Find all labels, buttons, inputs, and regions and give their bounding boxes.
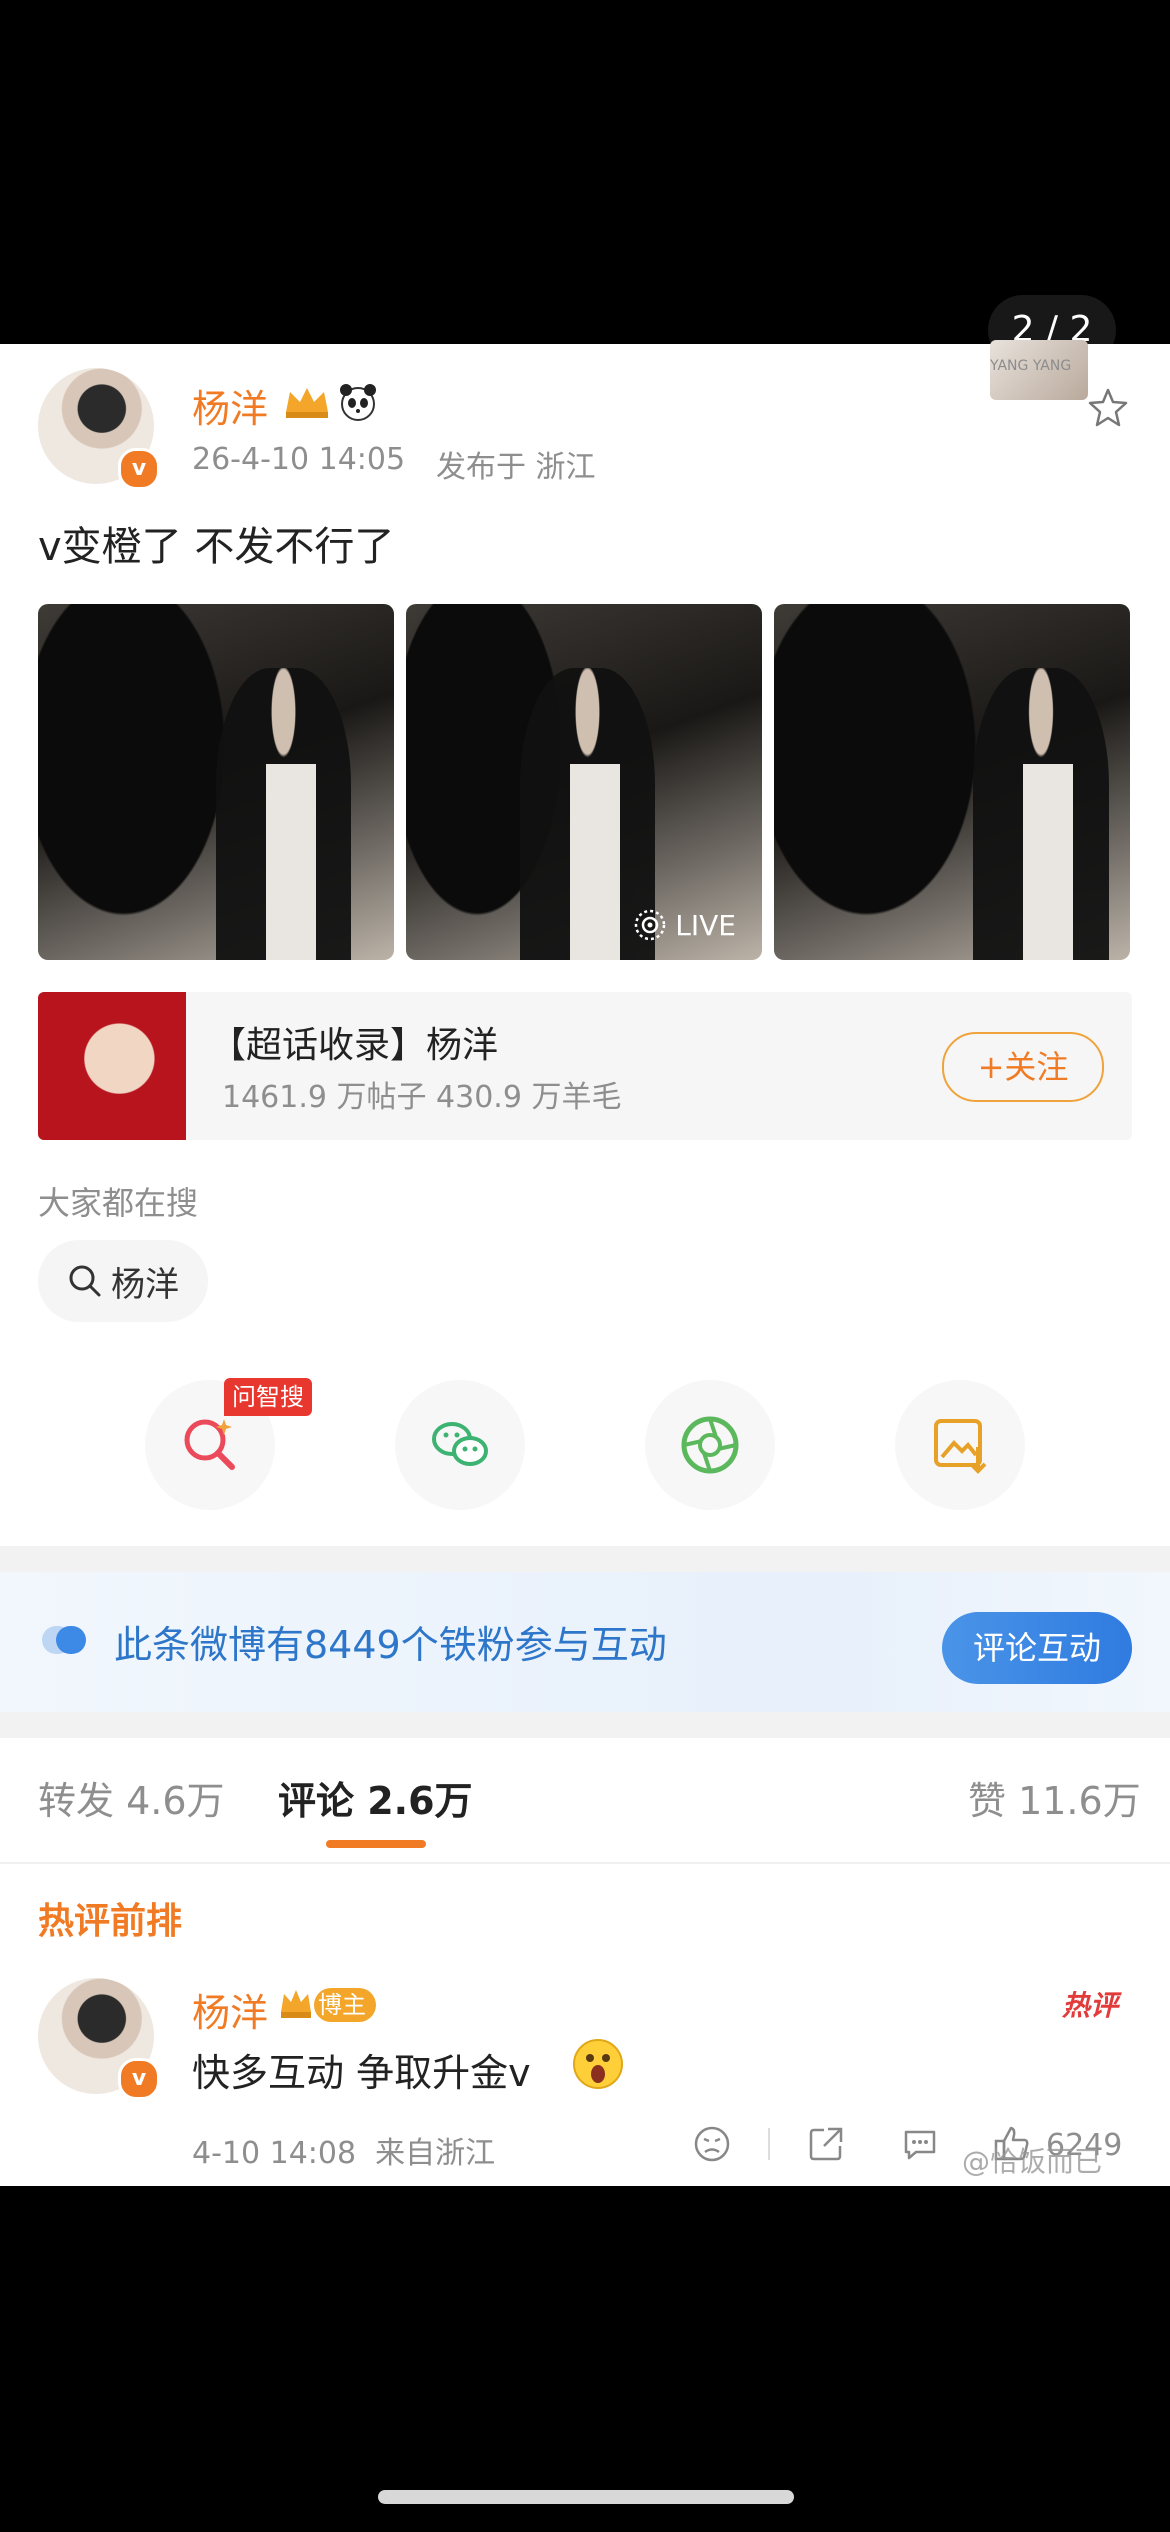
fans-icon xyxy=(40,1622,90,1662)
watermark: @恰饭而已 xyxy=(962,2145,1103,2178)
share-icon[interactable] xyxy=(806,2124,846,2168)
topic-title: 【超话收录】杨洋 xyxy=(210,1025,499,1066)
section-divider-2 xyxy=(0,1712,1170,1738)
post-photo-2[interactable]: LIVE xyxy=(406,604,762,960)
comment-text: 快多互动 争取升金v xyxy=(192,2051,531,2095)
search-heading: 大家都在搜 xyxy=(38,1184,199,1222)
crown-icon xyxy=(282,382,332,426)
save-image-button[interactable] xyxy=(895,1380,1025,1510)
crown-badge-icon xyxy=(278,1986,314,2024)
live-label: LIVE xyxy=(675,908,736,942)
commenter-verified-badge: v xyxy=(118,2058,160,2100)
moments-share-button[interactable] xyxy=(645,1380,775,1510)
hot-comments-title: 热评前排 xyxy=(38,1901,183,1942)
super-topic-card[interactable]: 【超话收录】杨洋 1461.9 万帖子 430.9 万羊毛 +关注 xyxy=(38,992,1132,1140)
star-icon[interactable] xyxy=(1086,386,1130,434)
post-photo-3[interactable] xyxy=(774,604,1130,960)
reply-icon[interactable] xyxy=(900,2124,940,2168)
commenter-name[interactable]: 杨洋 xyxy=(192,1982,268,2037)
fans-interaction-banner: 此条微博有8449个铁粉参与互动 评论互动 xyxy=(0,1572,1170,1712)
save-image-icon xyxy=(934,1419,987,1474)
dislike-icon[interactable] xyxy=(692,2124,732,2168)
panda-icon xyxy=(336,380,380,428)
moments-icon xyxy=(681,1416,739,1474)
hot-comment-mark: 热评 xyxy=(1062,1989,1119,2022)
topic-stats: 1461.9 万帖子 430.9 万羊毛 xyxy=(222,1080,622,1115)
tabs-divider xyxy=(0,1862,1170,1864)
topic-cover-image xyxy=(38,992,186,1140)
active-tab-indicator xyxy=(326,1840,426,1848)
post-time: 26-4-10 14:05 xyxy=(192,442,406,477)
section-divider xyxy=(0,1546,1170,1572)
live-icon xyxy=(635,909,666,941)
tab-repost[interactable]: 转发 4.6万 xyxy=(38,1770,225,1825)
post-photo-1[interactable] xyxy=(38,604,394,960)
action-divider xyxy=(768,2128,770,2160)
home-indicator[interactable] xyxy=(378,2490,794,2504)
post-location: 发布于 浙江 xyxy=(436,450,596,485)
comment-interact-button[interactable]: 评论互动 xyxy=(942,1612,1132,1684)
blogger-badge-label: 博主 xyxy=(314,1988,376,2022)
ai-search-tag: 问智搜 xyxy=(224,1378,312,1416)
post-text: v变橙了 不发不行了 xyxy=(38,524,395,570)
author-name[interactable]: 杨洋 xyxy=(192,378,268,433)
follow-button[interactable]: +关注 xyxy=(942,1032,1104,1102)
emoji-icon xyxy=(570,2036,626,2096)
verified-badge: v xyxy=(118,448,160,490)
live-badge: LIVE xyxy=(633,908,736,942)
tab-comments[interactable]: 评论 2.6万 xyxy=(278,1770,473,1825)
search-chip-label: 杨洋 xyxy=(111,1264,179,1305)
thumbnail-caption: YANG YANG xyxy=(990,358,1072,374)
blogger-badge: 博主 xyxy=(278,1986,376,2024)
wechat-share-button[interactable] xyxy=(395,1380,525,1510)
search-icon xyxy=(69,1265,101,1297)
fans-text: 此条微博有8449个铁粉参与互动 xyxy=(114,1623,667,1667)
search-chip[interactable]: 杨洋 xyxy=(38,1240,208,1322)
ai-search-icon xyxy=(184,1419,235,1470)
comment-time-location: 4-10 14:08 来自浙江 xyxy=(192,2136,496,2171)
wechat-icon xyxy=(432,1422,488,1466)
tab-likes[interactable]: 赞 11.6万 xyxy=(968,1770,1141,1825)
